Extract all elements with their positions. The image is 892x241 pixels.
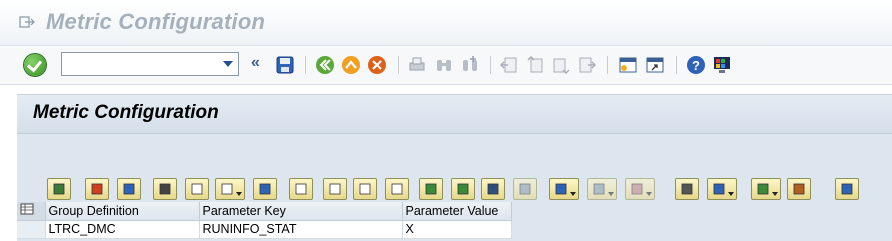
export-button[interactable] [751,178,781,200]
info-button[interactable] [835,178,859,200]
cancel-icon[interactable] [367,55,387,75]
find-icon [487,183,499,195]
separator [607,56,608,74]
delete-row-button[interactable] [353,178,377,200]
separator [490,56,491,74]
layout-button[interactable] [787,178,811,200]
row-selector[interactable] [17,220,46,239]
data-grid: Group Definition Parameter Key Parameter… [17,202,512,239]
table-header-row: Group Definition Parameter Key Parameter… [17,202,512,221]
window-title: Metric Configuration [46,9,266,34]
exit-icon[interactable] [341,55,361,75]
layout-icon [20,203,34,215]
duplicate-row-icon [391,183,403,195]
sort-ascending-button[interactable] [419,178,443,200]
sort-descending-icon [457,183,469,195]
panel-header: Metric Configuration [17,95,892,134]
undo-icon [259,183,271,195]
cut-icon [159,183,171,195]
layout-icon [793,183,805,195]
first-page-icon[interactable] [499,55,519,75]
details-button[interactable] [47,178,71,200]
find-next-icon [519,183,531,195]
total-button[interactable] [587,178,617,200]
find-button[interactable] [481,178,505,200]
copy-icon [191,183,203,195]
check-icon [91,183,103,195]
save-icon[interactable] [275,55,295,75]
command-input[interactable] [65,54,219,76]
check-button[interactable] [85,178,109,200]
panel-title: Metric Configuration [33,102,219,123]
refresh-button[interactable] [117,178,141,200]
insert-row-icon [329,183,341,195]
find-icon[interactable] [434,55,454,75]
delete-row-icon [359,183,371,195]
sort-descending-button[interactable] [451,178,475,200]
ok-icon[interactable] [24,54,46,76]
filter-button[interactable] [549,178,579,200]
standard-toolbar: « ? [0,46,892,85]
alv-toolbar [17,177,892,203]
next-page-icon[interactable] [551,55,571,75]
cell-group-definition[interactable]: LTRC_DMC [45,220,200,239]
export-icon [757,183,769,195]
separator [676,56,677,74]
total-icon [593,183,605,195]
filter-icon [555,183,567,195]
paste-icon [221,183,233,195]
chevron-down-icon[interactable] [223,61,233,67]
last-page-icon[interactable] [577,55,597,75]
print-button[interactable] [675,178,699,200]
column-header-parameter-key[interactable]: Parameter Key [199,202,403,221]
cell-parameter-value[interactable]: X [402,220,512,239]
insert-row-button[interactable] [323,178,347,200]
undo-button[interactable] [253,178,277,200]
svg-text:?: ? [692,58,700,73]
command-field[interactable] [61,52,239,76]
duplicate-row-button[interactable] [385,178,409,200]
print-icon [681,183,693,195]
shortcut-icon[interactable] [645,55,665,75]
previous-page-icon[interactable] [525,55,545,75]
refresh-icon [123,183,135,195]
subtotal-icon [631,183,643,195]
subtotal-button[interactable] [625,178,655,200]
cell-parameter-key[interactable]: RUNINFO_STAT [199,220,403,239]
create-session-icon[interactable] [618,55,638,75]
views-button[interactable] [707,178,737,200]
back-icon[interactable] [315,55,335,75]
column-header-group-definition[interactable]: Group Definition [45,202,200,221]
help-icon[interactable]: ? [686,55,706,75]
menu-exit-icon[interactable] [19,14,35,30]
customize-layout-icon[interactable] [712,55,732,75]
title-bar: Metric Configuration [0,0,892,46]
select-all-icon[interactable] [17,202,46,221]
copy-button[interactable] [185,178,209,200]
paste-button[interactable] [215,178,245,200]
separator [305,56,306,74]
find-next-button[interactable] [513,178,537,200]
print-icon[interactable] [407,55,427,75]
details-icon [53,183,65,195]
views-icon [713,183,725,195]
info-icon [841,183,853,195]
separator [398,56,399,74]
collapse-chevrons-icon[interactable]: « [251,54,260,72]
append-row-icon [295,183,307,195]
cut-button[interactable] [153,178,177,200]
append-row-button[interactable] [289,178,313,200]
find-next-icon[interactable] [460,55,480,75]
column-header-parameter-value[interactable]: Parameter Value [402,202,512,221]
sort-ascending-icon [425,183,437,195]
table-row[interactable]: LTRC_DMC RUNINFO_STAT X [17,220,512,239]
